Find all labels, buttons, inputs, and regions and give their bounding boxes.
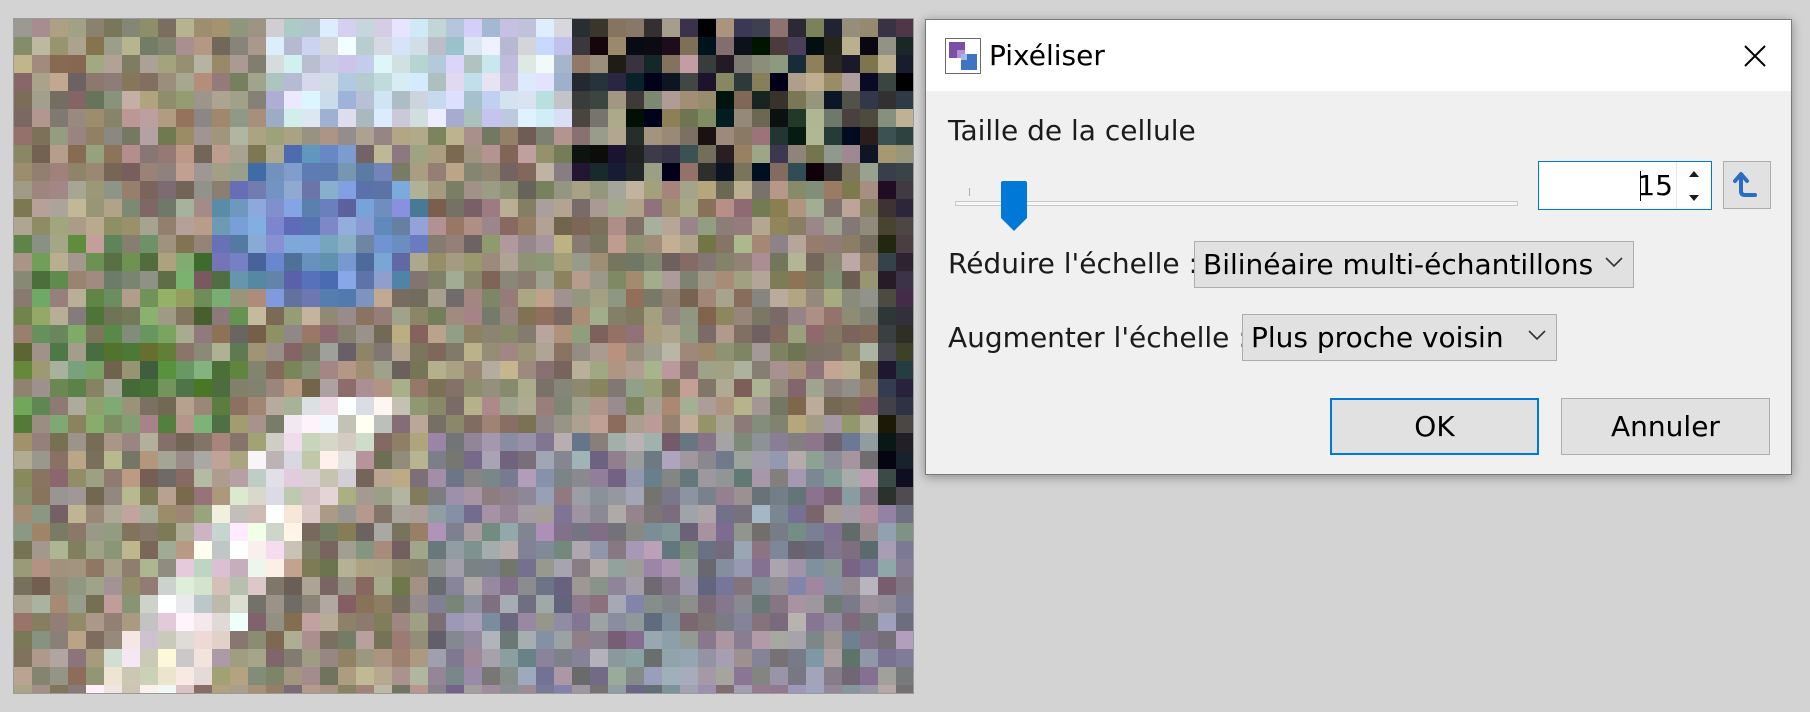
spin-down-icon xyxy=(1689,194,1699,201)
chevron-down-icon xyxy=(1605,257,1623,268)
title-bar: Pixéliser xyxy=(926,20,1791,91)
upscale-label: Augmenter l'échelle : xyxy=(948,321,1248,354)
close-button[interactable] xyxy=(1719,20,1791,91)
downscale-label: Réduire l'échelle : xyxy=(948,247,1198,280)
cell-size-spinbox[interactable]: 15 xyxy=(1538,161,1712,210)
reset-button[interactable] xyxy=(1723,161,1771,209)
reset-icon xyxy=(1733,172,1757,197)
spin-up-icon xyxy=(1689,170,1699,177)
upscale-select[interactable]: Plus proche voisin xyxy=(1242,314,1557,361)
cell-size-value[interactable]: 15 xyxy=(1637,168,1673,204)
pixelate-dialog: Pixéliser Taille de la cellule 15 Réduir… xyxy=(925,19,1792,475)
spin-down-button[interactable] xyxy=(1677,186,1711,209)
ok-button[interactable]: OK xyxy=(1330,398,1539,455)
close-icon xyxy=(1744,44,1766,67)
cell-size-label: Taille de la cellule xyxy=(948,114,1196,147)
downscale-select[interactable]: Bilinéaire multi-échantillons xyxy=(1194,241,1634,288)
slider-tick xyxy=(969,188,970,196)
spin-buttons xyxy=(1676,162,1711,209)
image-preview xyxy=(13,18,914,694)
chevron-down-icon xyxy=(1528,330,1546,341)
pixelated-image xyxy=(14,19,913,693)
spin-up-button[interactable] xyxy=(1677,162,1711,185)
dialog-title: Pixéliser xyxy=(989,39,1105,72)
downscale-selected: Bilinéaire multi-échantillons xyxy=(1203,248,1594,281)
upscale-selected: Plus proche voisin xyxy=(1251,321,1504,354)
cell-size-slider[interactable] xyxy=(955,170,1518,231)
slider-track xyxy=(955,201,1518,206)
cancel-button[interactable]: Annuler xyxy=(1561,398,1770,455)
slider-thumb[interactable] xyxy=(1000,180,1028,232)
pixelate-app-icon xyxy=(945,38,981,74)
